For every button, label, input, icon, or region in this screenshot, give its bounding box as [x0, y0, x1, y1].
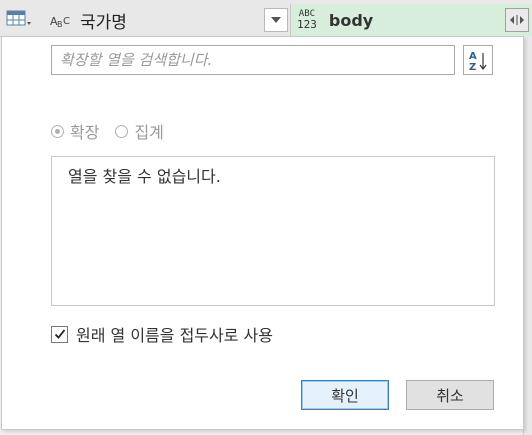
background-edge	[523, 36, 532, 435]
checkmark-icon	[54, 329, 65, 339]
expand-arrows-icon	[510, 15, 524, 25]
svg-text:C: C	[63, 16, 70, 27]
table-menu-button[interactable]	[6, 6, 46, 32]
cancel-button[interactable]: 취소	[406, 380, 494, 410]
prefix-option[interactable]: 원래 열 이름을 접두사로 사용	[51, 323, 273, 345]
column-list[interactable]: 열을 찾을 수 없습니다.	[51, 156, 495, 306]
svg-text:B: B	[57, 20, 63, 29]
column-header-country[interactable]: A B C 국가명	[50, 6, 288, 34]
chevron-down-icon	[271, 17, 281, 23]
svg-text:Z: Z	[469, 62, 476, 71]
column-name-country: 국가명	[80, 12, 127, 33]
expand-column-button[interactable]	[505, 8, 529, 32]
text-type-icon: A B C	[50, 15, 70, 29]
ok-button[interactable]: 확인	[301, 380, 389, 410]
radio-aggregate-circle[interactable]	[115, 124, 129, 138]
any-type-icon: ABC 123	[297, 10, 317, 31]
column-name-body: body	[328, 10, 374, 30]
radio-aggregate-label: 집계	[134, 123, 164, 142]
prefix-checkbox[interactable]	[51, 325, 68, 343]
radio-aggregate[interactable]: 집계	[115, 119, 164, 143]
column-header-body[interactable]: ABC 123 body	[290, 4, 532, 36]
search-columns-input[interactable]	[51, 45, 455, 75]
radio-expand-circle[interactable]	[51, 124, 64, 138]
sort-az-icon: A Z	[469, 51, 487, 71]
svg-text:A: A	[469, 51, 477, 62]
radio-expand-label: 확장	[70, 123, 100, 142]
column-filter-dropdown[interactable]	[264, 8, 288, 32]
radio-expand[interactable]: 확장	[51, 119, 99, 143]
table-icon	[6, 10, 31, 26]
empty-list-message: 열을 찾을 수 없습니다.	[68, 167, 221, 186]
mode-radio-group: 확장 집계	[51, 119, 180, 143]
sort-button[interactable]: A Z	[463, 45, 493, 75]
type-icon-bottom: 123	[297, 18, 317, 31]
column-header-strip: A B C 국가명 ABC 123 body	[0, 0, 532, 37]
prefix-checkbox-label: 원래 열 이름을 접두사로 사용	[76, 326, 273, 345]
